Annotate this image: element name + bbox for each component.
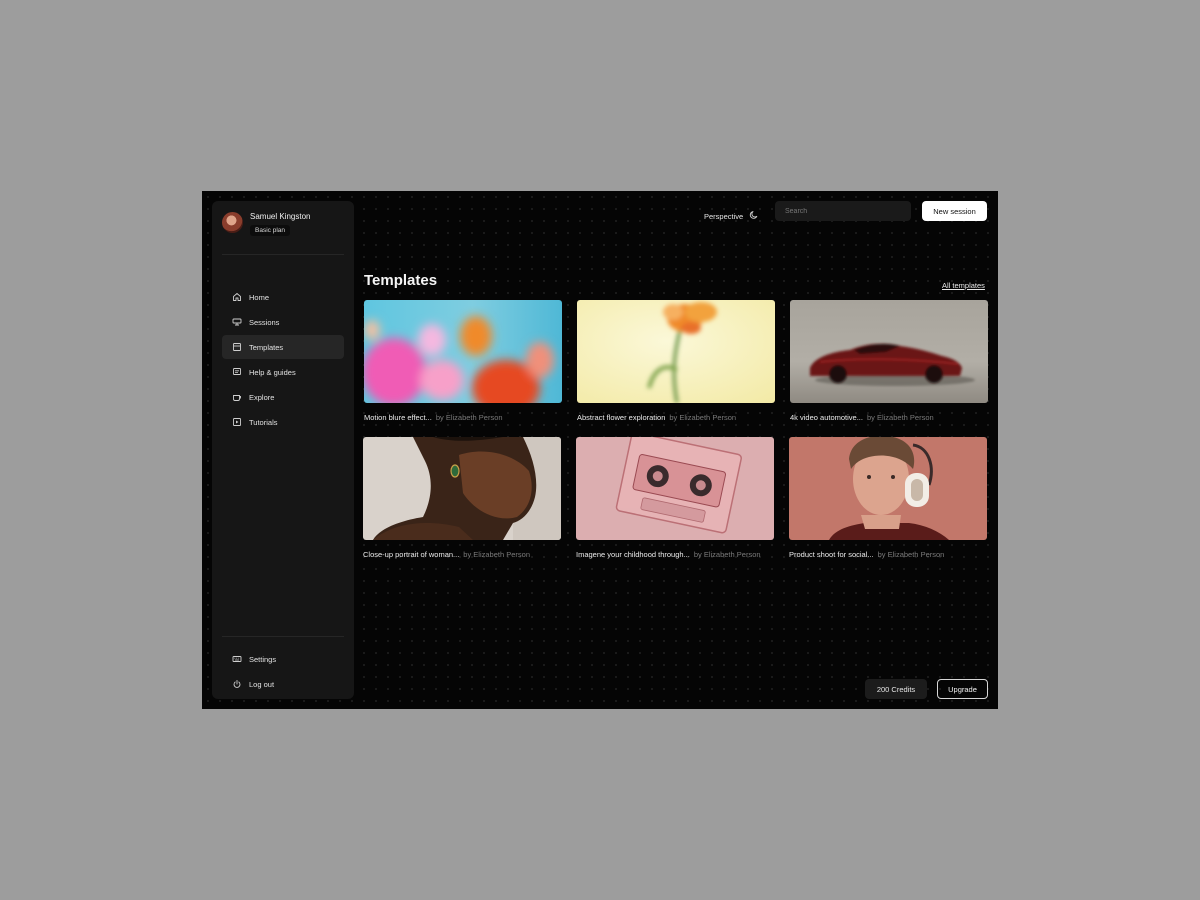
perspective-toggle[interactable]: Perspective — [704, 207, 759, 225]
sessions-icon — [232, 317, 242, 327]
template-card[interactable]: 4k video automotive... by Elizabeth Perso… — [790, 300, 988, 422]
moon-icon — [749, 207, 759, 225]
template-title: Abstract flower exploration — [577, 413, 666, 422]
template-caption: Product shoot for social... by Elizabeth … — [789, 550, 987, 559]
sidebar-item-label: Settings — [249, 654, 277, 664]
upgrade-button[interactable]: Upgrade — [937, 679, 988, 699]
template-card[interactable]: Motion blure effect... by Elizabeth Perso… — [364, 300, 562, 422]
power-icon — [232, 679, 242, 689]
sidebar-item-settings[interactable]: Settings — [222, 647, 344, 671]
sidebar: Samuel Kingston Basic plan Home Sessions — [212, 201, 354, 699]
template-card[interactable]: Close-up portrait of woman... by Elizabet… — [363, 437, 561, 559]
sidebar-item-sessions[interactable]: Sessions — [222, 310, 344, 334]
template-title: Close-up portrait of woman... — [363, 550, 460, 559]
help-icon — [232, 367, 242, 377]
plan-badge: Basic plan — [250, 225, 290, 236]
template-caption: Abstract flower exploration by Elizabeth … — [577, 413, 775, 422]
template-title: 4k video automotive... — [790, 413, 863, 422]
sidebar-nav: Home Sessions Templates Help & guides Ex… — [222, 285, 344, 435]
template-caption: 4k video automotive... by Elizabeth Perso… — [790, 413, 988, 422]
sidebar-item-help[interactable]: Help & guides — [222, 360, 344, 384]
template-author: by Elizabeth Person — [877, 550, 945, 559]
sidebar-item-logout[interactable]: Log out — [222, 672, 344, 696]
credits-badge: 200 Credits — [865, 679, 927, 699]
template-thumbnail[interactable] — [363, 437, 561, 540]
template-author: by Elizabeth Person — [693, 550, 761, 559]
template-caption: Imagene your childhood through... by Eliz… — [576, 550, 774, 559]
all-templates-link[interactable]: All templates — [942, 281, 985, 290]
sidebar-item-tutorials[interactable]: Tutorials — [222, 410, 344, 434]
new-session-button[interactable]: New session — [922, 201, 987, 221]
profile[interactable]: Samuel Kingston Basic plan — [222, 211, 344, 255]
sidebar-item-home[interactable]: Home — [222, 285, 344, 309]
sidebar-item-label: Home — [249, 292, 270, 302]
page-title: Templates — [364, 272, 438, 289]
template-title: Product shoot for social... — [789, 550, 874, 559]
sidebar-item-templates[interactable]: Templates — [222, 335, 344, 359]
sidebar-item-label: Templates — [249, 342, 284, 352]
template-title: Imagene your childhood through... — [576, 550, 690, 559]
sidebar-bottom: Settings Log out — [222, 636, 344, 697]
app-window: Samuel Kingston Basic plan Home Sessions — [202, 191, 998, 709]
sidebar-item-label: Log out — [249, 679, 275, 689]
template-thumbnail[interactable] — [790, 300, 988, 403]
template-author: by Elizabeth Person — [463, 550, 531, 559]
avatar[interactable] — [222, 212, 243, 233]
template-thumbnail[interactable] — [576, 437, 774, 540]
templates-icon — [232, 342, 242, 352]
sidebar-item-label: Help & guides — [249, 367, 296, 377]
template-card[interactable]: Abstract flower exploration by Elizabeth … — [577, 300, 775, 422]
perspective-label: Perspective — [704, 211, 744, 221]
search-input[interactable] — [775, 201, 911, 221]
template-card[interactable]: Imagene your childhood through... by Eliz… — [576, 437, 774, 559]
template-card[interactable]: Product shoot for social... by Elizabeth … — [789, 437, 987, 559]
template-title: Motion blure effect... — [364, 413, 432, 422]
template-caption: Close-up portrait of woman... by Elizabet… — [363, 550, 561, 559]
sidebar-item-label: Tutorials — [249, 417, 278, 427]
explore-icon — [232, 392, 242, 402]
tutorials-icon — [232, 417, 242, 427]
template-thumbnail[interactable] — [789, 437, 987, 540]
template-author: by Elizabeth Person — [669, 413, 737, 422]
sidebar-item-label: Explore — [249, 392, 275, 402]
sidebar-item-explore[interactable]: Explore — [222, 385, 344, 409]
template-author: by Elizabeth Person — [866, 413, 934, 422]
template-caption: Motion blure effect... by Elizabeth Perso… — [364, 413, 562, 422]
home-icon — [232, 292, 242, 302]
template-author: by Elizabeth Person — [435, 413, 503, 422]
template-thumbnail[interactable] — [577, 300, 775, 403]
user-name: Samuel Kingston — [250, 212, 311, 221]
sidebar-item-label: Sessions — [249, 317, 280, 327]
template-thumbnail[interactable] — [364, 300, 562, 403]
settings-icon — [232, 654, 242, 664]
